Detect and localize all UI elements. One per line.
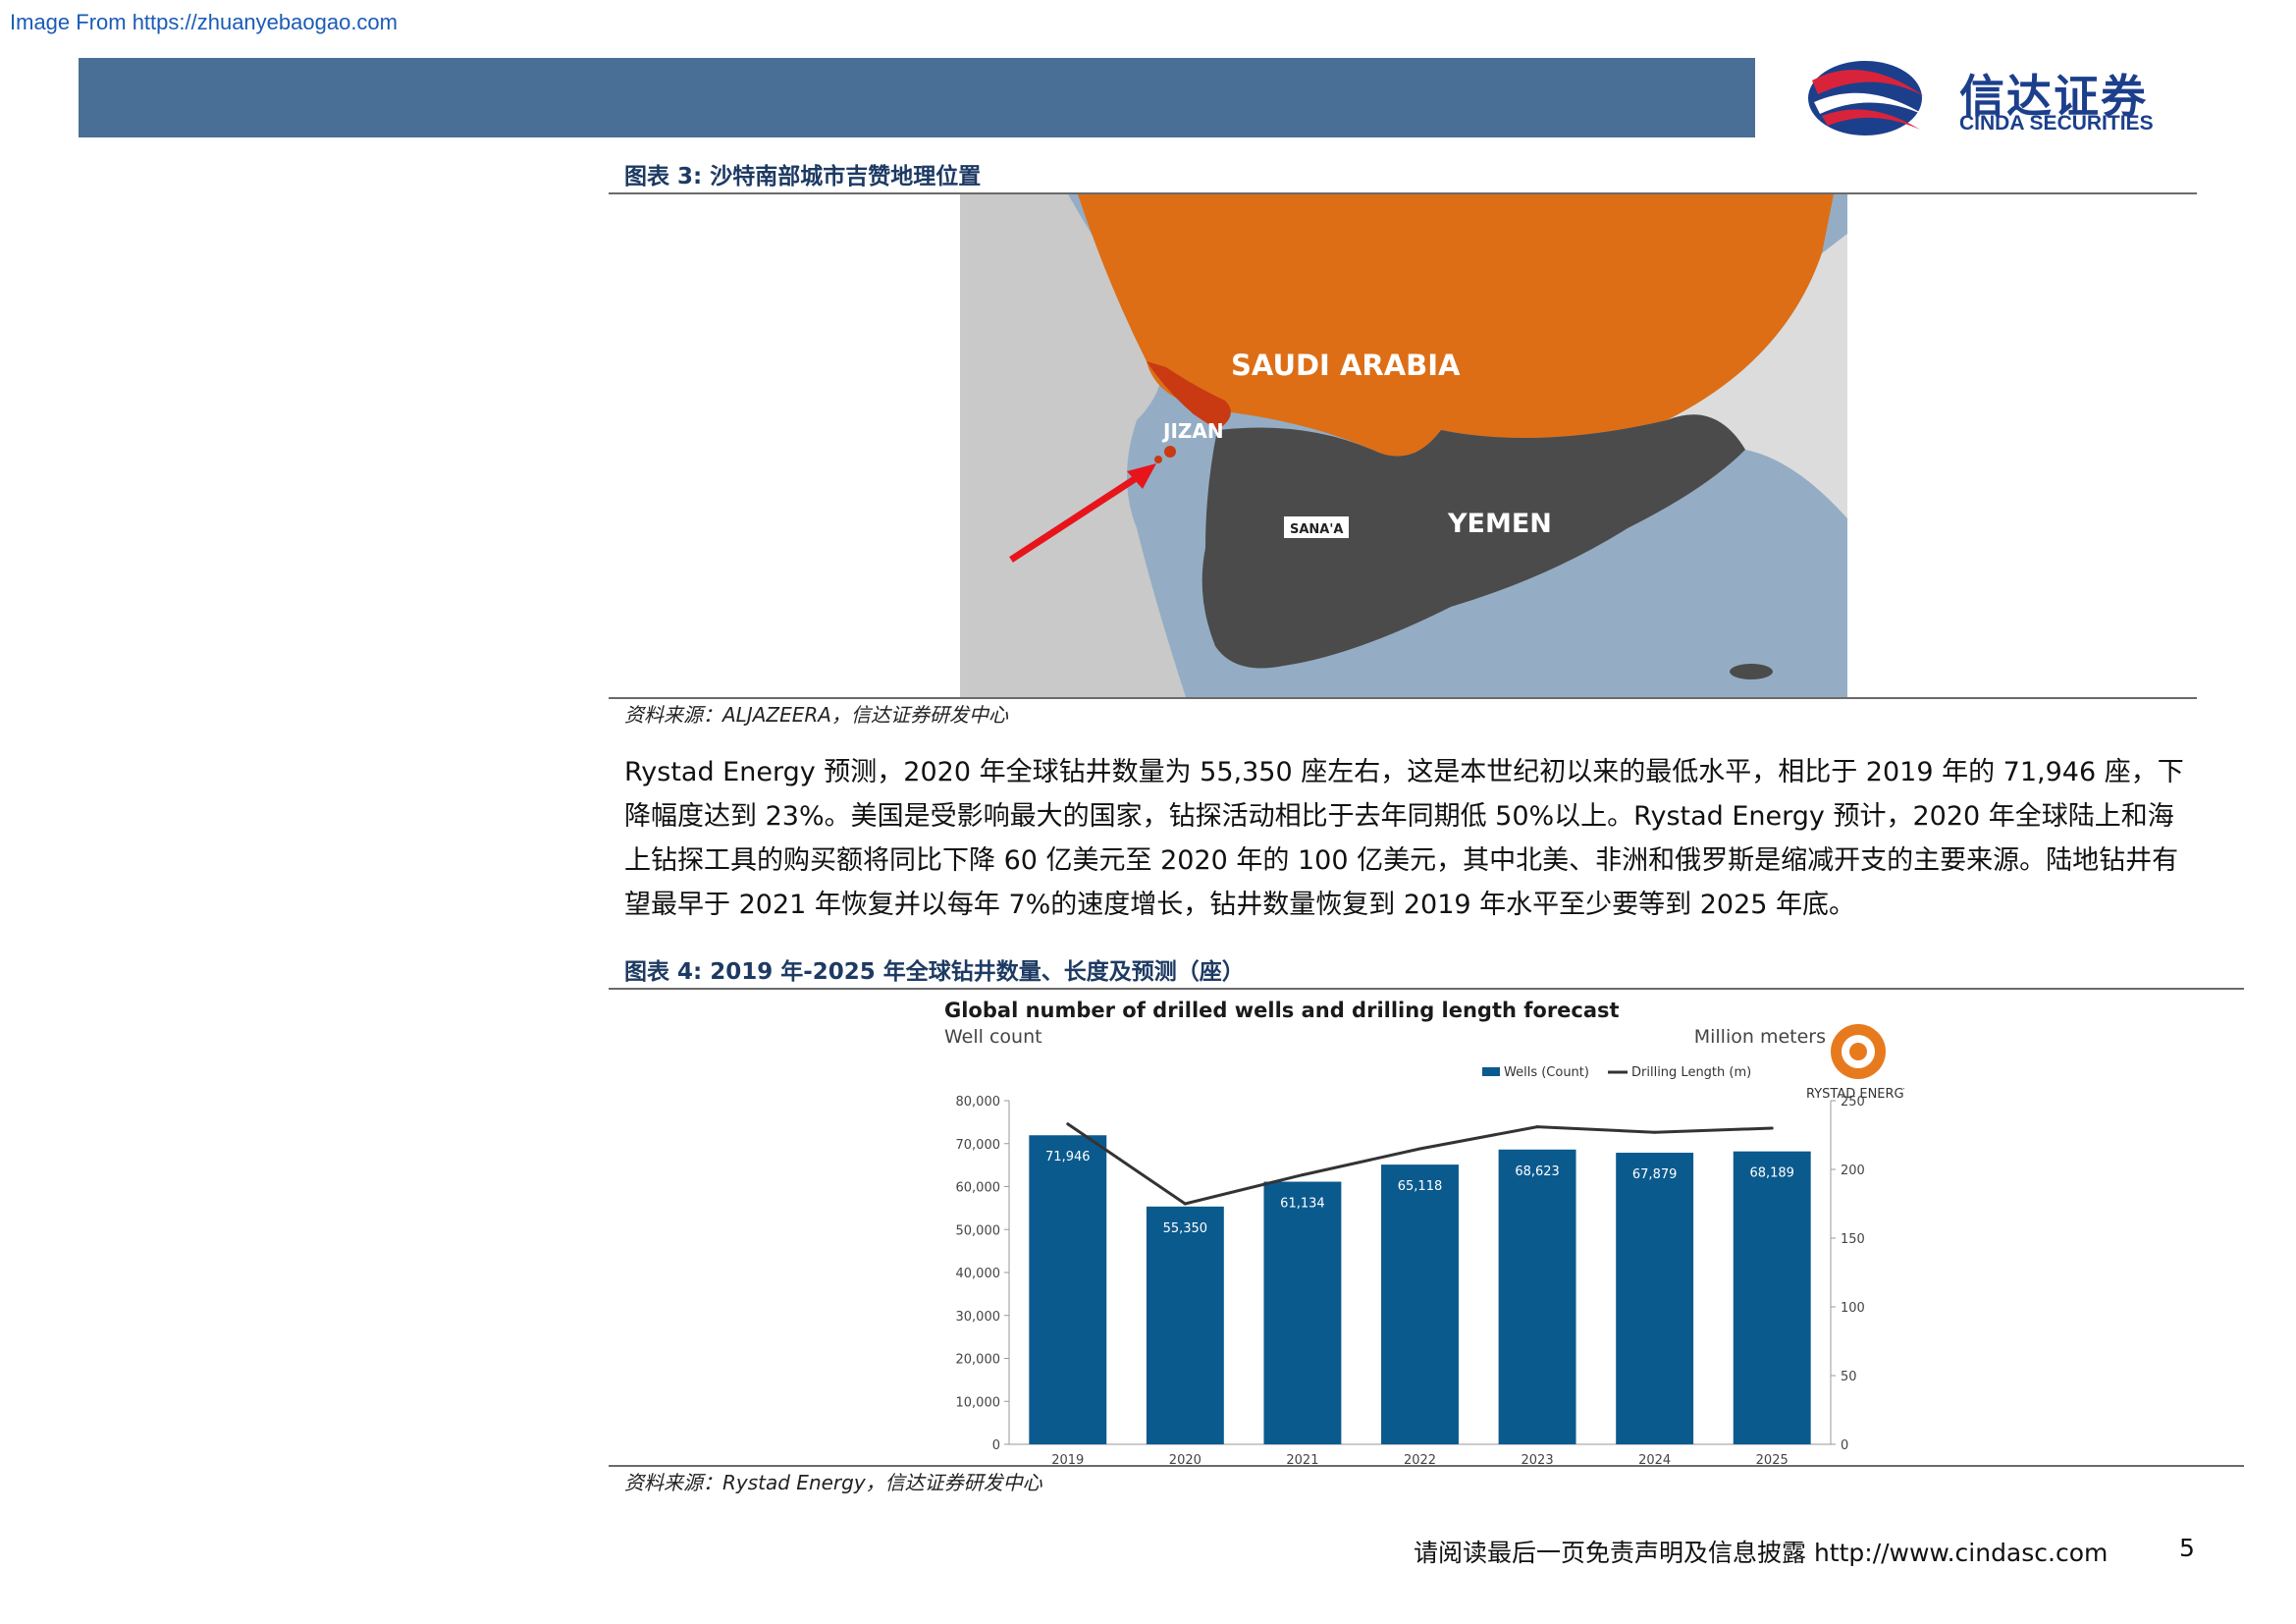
y2-tick-label: 150 xyxy=(1841,1232,1865,1247)
y-tick-label: 60,000 xyxy=(956,1181,1001,1196)
bar-wells-2024 xyxy=(1616,1153,1694,1444)
bar-wells-2022 xyxy=(1381,1164,1459,1444)
x-tick-label: 2024 xyxy=(1638,1453,1671,1465)
bar-value-label: 68,189 xyxy=(1749,1166,1794,1181)
logo-english-name: CINDA SECURITIES xyxy=(1959,112,2154,135)
drilling-length-point-2021 xyxy=(1301,1173,1305,1177)
drilling-length-point-2024 xyxy=(1653,1130,1657,1134)
drilling-length-point-2019 xyxy=(1066,1122,1070,1126)
y2-tick-label: 200 xyxy=(1841,1164,1865,1178)
bar-value-label: 67,879 xyxy=(1632,1167,1678,1182)
x-tick-label: 2021 xyxy=(1286,1453,1318,1465)
rystad-logo xyxy=(1831,1024,1886,1079)
bar-wells-2021 xyxy=(1263,1181,1342,1444)
chart-legend: Wells (Count) Drilling Length (m) xyxy=(1482,1065,1751,1080)
x-tick-label: 2019 xyxy=(1051,1453,1084,1465)
y2-tick-label: 50 xyxy=(1841,1370,1857,1384)
x-tick-label: 2023 xyxy=(1522,1453,1554,1465)
drilling-length-point-2022 xyxy=(1418,1147,1421,1151)
y-tick-label: 40,000 xyxy=(956,1267,1001,1281)
bar-wells-2020 xyxy=(1146,1206,1224,1444)
body-paragraph: Rystad Energy 预测，2020 年全球钻井数量为 55,350 座左… xyxy=(624,757,2184,920)
y-tick-label: 20,000 xyxy=(956,1353,1001,1368)
figure4-title: 图表 4: 2019 年-2025 年全球钻井数量、长度及预测（座） xyxy=(624,959,1245,985)
page-number: 5 xyxy=(2179,1534,2195,1562)
body-paragraph-block: Rystad Energy 预测，2020 年全球钻井数量为 55,350 座左… xyxy=(624,750,2195,927)
y-tick-label: 50,000 xyxy=(956,1223,1001,1238)
y2-tick-label: 100 xyxy=(1841,1301,1865,1316)
chart-title: Global number of drilled wells and drill… xyxy=(944,999,1620,1022)
y-tick-label: 30,000 xyxy=(956,1310,1001,1325)
header-bar xyxy=(79,58,1755,137)
drilling-length-point-2023 xyxy=(1535,1125,1539,1129)
company-logo: 信达证券 CINDA SECURITIES xyxy=(1804,51,2216,139)
wells-forecast-chart: Global number of drilled wells and drill… xyxy=(944,999,1904,1465)
map-label-yemen: YEMEN xyxy=(1447,509,1552,539)
figure4-source: 资料来源：Rystad Energy，信达证券研发中心 xyxy=(624,1471,1042,1494)
drilling-length-point-2020 xyxy=(1183,1202,1187,1206)
x-tick-label: 2020 xyxy=(1169,1453,1201,1465)
legend-wells-swatch xyxy=(1482,1067,1500,1076)
legend-length-label: Drilling Length (m) xyxy=(1631,1065,1751,1080)
bar-wells-2023 xyxy=(1498,1149,1576,1444)
drilling-length-point-2025 xyxy=(1770,1126,1774,1130)
chart-y2-axis-label: Million meters xyxy=(1694,1026,1826,1048)
legend-wells-label: Wells (Count) xyxy=(1504,1065,1589,1080)
y-tick-label: 80,000 xyxy=(956,1095,1001,1110)
x-tick-label: 2025 xyxy=(1756,1453,1789,1465)
y2-tick-label: 250 xyxy=(1841,1095,1865,1110)
jizan-map: SAUDI ARABIA JIZAN YEMEN SANA'A xyxy=(960,194,1847,697)
bar-wells-2019 xyxy=(1029,1135,1107,1444)
y-tick-label: 70,000 xyxy=(956,1138,1001,1153)
bar-value-label: 71,946 xyxy=(1045,1150,1091,1164)
watermark-text: Image From https://zhuanyebaogao.com xyxy=(10,10,398,34)
chart-y-axis-label: Well count xyxy=(944,1026,1042,1048)
bar-value-label: 55,350 xyxy=(1163,1221,1208,1236)
bar-value-label: 65,118 xyxy=(1398,1179,1443,1194)
footer-disclaimer: 请阅读最后一页免责声明及信息披露 http://www.cindasc.com xyxy=(1414,1539,2109,1567)
map-label-jizan: JIZAN xyxy=(1161,419,1224,443)
bar-wells-2025 xyxy=(1733,1151,1811,1444)
map-label-sanaa: SANA'A xyxy=(1290,522,1343,537)
y2-tick-label: 0 xyxy=(1841,1438,1848,1453)
figure3-title: 图表 3: 沙特南部城市吉赞地理位置 xyxy=(624,164,982,189)
bar-value-label: 68,623 xyxy=(1515,1164,1560,1179)
y-tick-label: 0 xyxy=(992,1438,1000,1453)
y-tick-label: 10,000 xyxy=(956,1395,1001,1410)
map-label-saudi-arabia: SAUDI ARABIA xyxy=(1231,349,1461,382)
cinda-logo-mark xyxy=(1808,61,1926,135)
x-tick-label: 2022 xyxy=(1404,1453,1436,1465)
bar-value-label: 61,134 xyxy=(1280,1197,1325,1212)
figure3-source: 资料来源：ALJAZEERA，信达证券研发中心 xyxy=(624,703,1008,727)
